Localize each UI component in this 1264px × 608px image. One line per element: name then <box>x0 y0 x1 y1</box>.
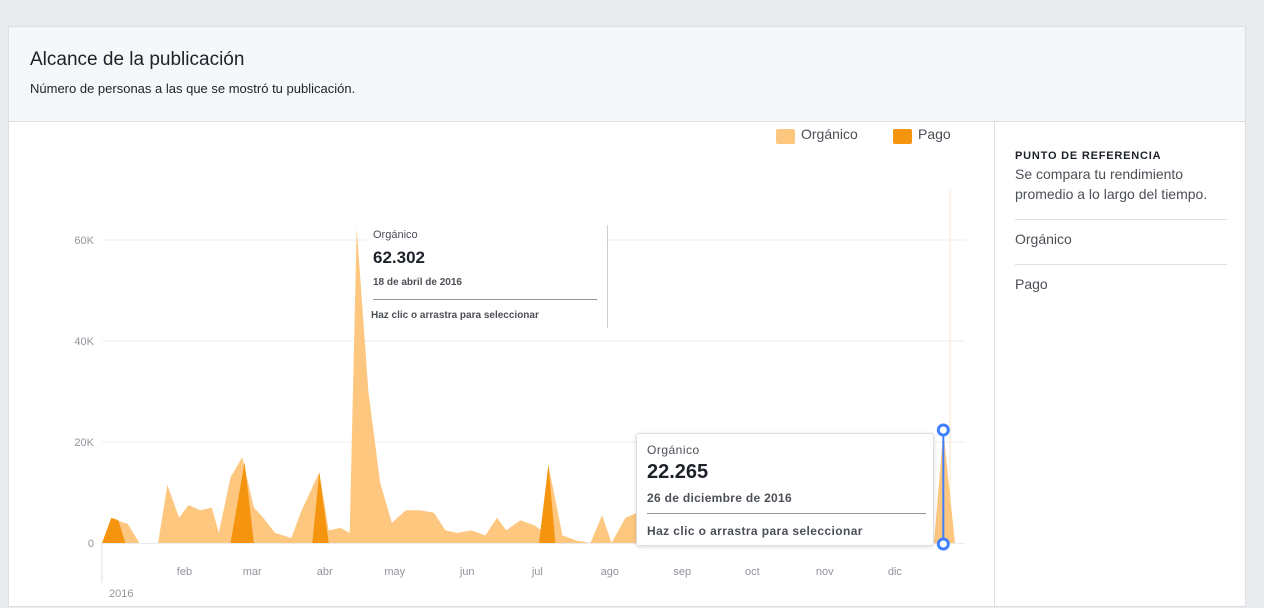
selection-handle-bottom <box>936 537 950 551</box>
tooltip-peak-label: Orgánico <box>373 229 418 241</box>
tooltip-selected-date: 26 de diciembre de 2016 <box>647 491 792 505</box>
y-tick-label: 20K <box>74 437 94 449</box>
tooltip-peak-date: 18 de abril de 2016 <box>373 277 462 288</box>
x-tick-label: ago <box>601 566 619 578</box>
tooltip-peak: Orgánico 62.302 18 de abril de 2016 Haz … <box>365 225 608 328</box>
reach-chart[interactable]: 0 20K 40K 60K feb mar abr may jun jul ago sep oct no… <box>0 0 1264 607</box>
x-tick-label: abr <box>317 566 333 578</box>
tooltip-peak-value: 62.302 <box>373 248 425 267</box>
selection-handle-top <box>936 423 950 437</box>
x-tick-label: jun <box>459 566 475 578</box>
x-tick-label: jul <box>531 566 543 578</box>
x-tick-label: dic <box>888 566 903 578</box>
y-tick-label: 0 <box>88 538 94 550</box>
x-tick-label: feb <box>177 566 192 578</box>
tooltip-selected-separator <box>647 513 926 514</box>
x-tick-label: nov <box>816 566 834 578</box>
tooltip-peak-separator <box>373 299 597 300</box>
x-tick-label: may <box>384 566 405 578</box>
x-tick-label: oct <box>745 566 760 578</box>
x-tick-label: sep <box>673 566 691 578</box>
tooltip-selected-value: 22.265 <box>647 461 709 483</box>
tooltip-selected: Orgánico 22.265 26 de diciembre de 2016 … <box>636 433 934 546</box>
tooltip-selected-hint: Haz clic o arrastra para seleccionar <box>647 524 863 538</box>
x-tick-label: mar <box>243 566 262 578</box>
tooltip-selected-label: Orgánico <box>647 443 700 457</box>
year-label: 2016 <box>109 588 133 600</box>
y-tick-label: 60K <box>74 235 94 247</box>
y-tick-label: 40K <box>74 336 94 348</box>
tooltip-peak-hint: Haz clic o arrastra para seleccionar <box>371 310 539 321</box>
